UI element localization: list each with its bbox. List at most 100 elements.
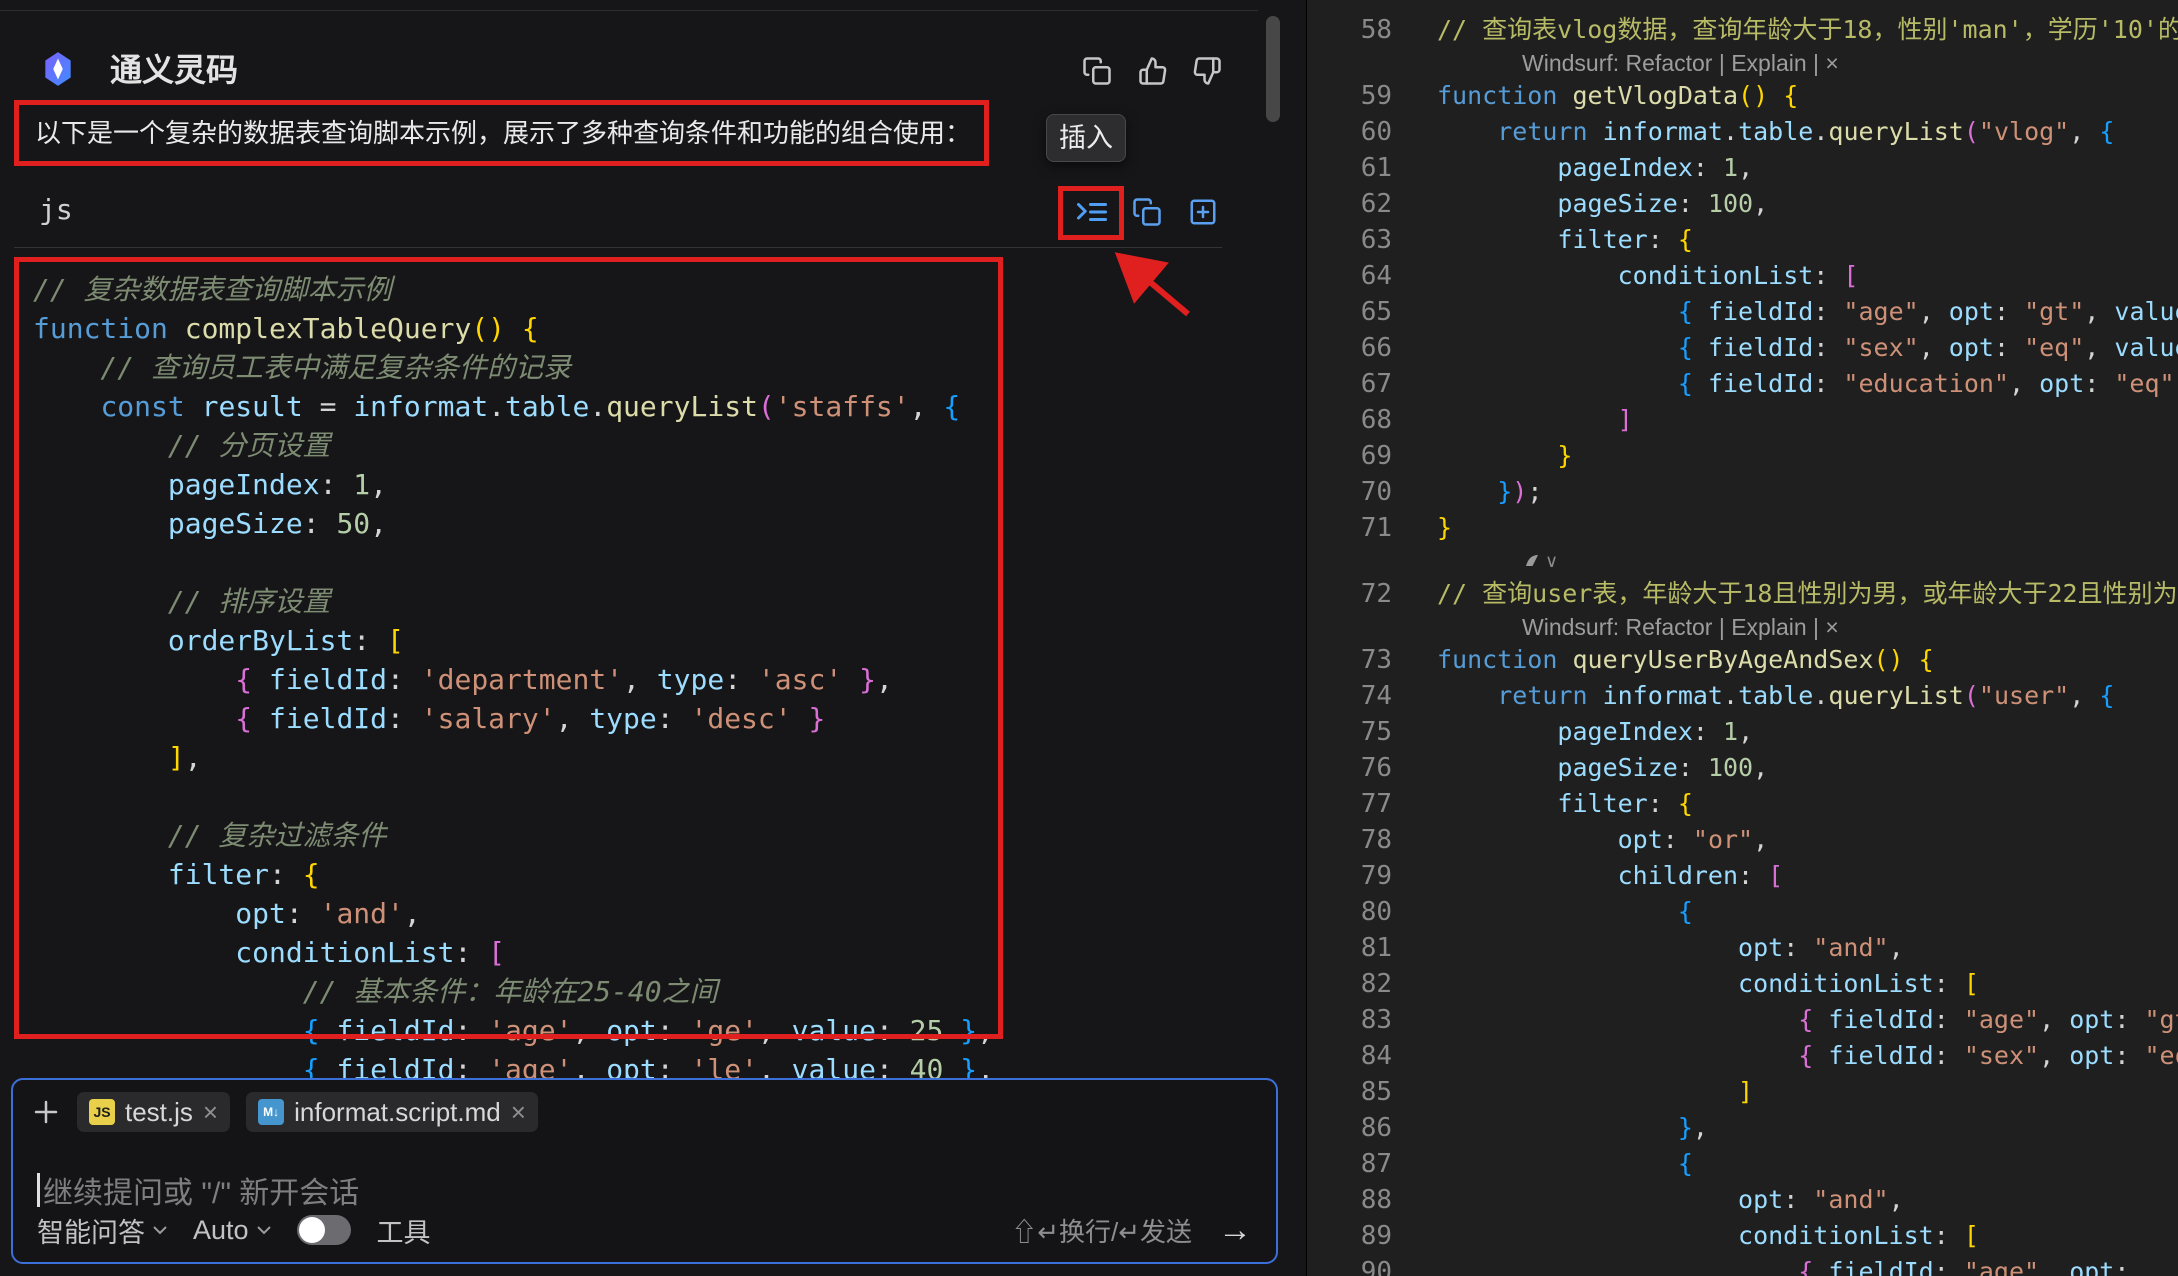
line-number[interactable]: 71 (1307, 510, 1392, 546)
editor-line[interactable]: 87 { (1307, 1146, 2178, 1182)
line-number[interactable]: 66 (1307, 330, 1392, 366)
line-number[interactable]: 89 (1307, 1218, 1392, 1254)
line-number[interactable]: 85 (1307, 1074, 1392, 1110)
line-number[interactable]: 60 (1307, 114, 1392, 150)
line-number[interactable]: 77 (1307, 786, 1392, 822)
thumbs-up-icon[interactable] (1138, 56, 1168, 86)
code-line: // 基本条件：年龄在25-40之间 (33, 972, 1278, 1011)
editor-line[interactable]: 63 filter: { (1307, 222, 2178, 258)
windsurf-codelens[interactable]: Windsurf: Refactor | Explain | × (1522, 612, 1839, 642)
code-editor[interactable]: 58// 查询表vlog数据，查询年龄大于18，性别'man'，学历'10'的记… (1306, 0, 2178, 1276)
editor-line[interactable]: 70 }); (1307, 474, 2178, 510)
windsurf-gutter-icon-row[interactable]: ∨ (1307, 546, 2178, 576)
editor-line[interactable]: 65 { fieldId: "age", opt: "gt", value: (1307, 294, 2178, 330)
codelens-row: Windsurf: Refactor | Explain | × (1307, 48, 2178, 78)
line-number[interactable]: 62 (1307, 186, 1392, 222)
close-icon[interactable]: × (203, 1097, 218, 1128)
editor-line[interactable]: 74 return informat.table.queryList("user… (1307, 678, 2178, 714)
editor-line[interactable]: 77 filter: { (1307, 786, 2178, 822)
line-number[interactable]: 73 (1307, 642, 1392, 678)
windsurf-codelens[interactable]: Windsurf: Refactor | Explain | × (1522, 48, 1839, 78)
new-file-code-icon[interactable] (1188, 197, 1218, 227)
add-context-icon[interactable] (31, 1097, 61, 1127)
editor-line[interactable]: 64 conditionList: [ (1307, 258, 2178, 294)
editor-line[interactable]: 82 conditionList: [ (1307, 966, 2178, 1002)
editor-line[interactable]: 61 pageIndex: 1, (1307, 150, 2178, 186)
line-number[interactable] (1307, 48, 1392, 78)
line-number[interactable]: 67 (1307, 366, 1392, 402)
line-number[interactable]: 64 (1307, 258, 1392, 294)
line-number[interactable]: 90 (1307, 1254, 1392, 1276)
line-number[interactable]: 65 (1307, 294, 1392, 330)
panel-top-divider (0, 10, 1258, 11)
line-number[interactable]: 87 (1307, 1146, 1392, 1182)
editor-line[interactable]: 58// 查询表vlog数据，查询年龄大于18，性别'man'，学历'10'的记 (1307, 12, 2178, 48)
line-number[interactable]: 72 (1307, 576, 1392, 612)
editor-line[interactable]: 75 pageIndex: 1, (1307, 714, 2178, 750)
line-number[interactable]: 76 (1307, 750, 1392, 786)
line-number[interactable]: 83 (1307, 1002, 1392, 1038)
line-number[interactable]: 68 (1307, 402, 1392, 438)
line-number[interactable]: 69 (1307, 438, 1392, 474)
editor-line[interactable]: 59function getVlogData() { (1307, 78, 2178, 114)
editor-line[interactable]: 68 ] (1307, 402, 2178, 438)
line-number[interactable]: 70 (1307, 474, 1392, 510)
line-number[interactable]: 86 (1307, 1110, 1392, 1146)
line-number[interactable]: 82 (1307, 966, 1392, 1002)
line-number[interactable]: 78 (1307, 822, 1392, 858)
context-chip-markdown[interactable]: M↓ informat.script.md × (246, 1092, 538, 1132)
line-number[interactable]: 63 (1307, 222, 1392, 258)
editor-line[interactable]: 60 return informat.table.queryList("vlog… (1307, 114, 2178, 150)
editor-line[interactable]: 89 conditionList: [ (1307, 1218, 2178, 1254)
code-line: orderByList: [ (33, 621, 1278, 660)
editor-line[interactable]: 76 pageSize: 100, (1307, 750, 2178, 786)
line-number[interactable]: 61 (1307, 150, 1392, 186)
editor-line[interactable]: 73function queryUserByAgeAndSex() { (1307, 642, 2178, 678)
copy-response-icon[interactable] (1082, 56, 1112, 86)
model-label: Auto (193, 1215, 249, 1246)
insert-tooltip: 插入 (1046, 114, 1126, 162)
line-number[interactable]: 84 (1307, 1038, 1392, 1074)
editor-line[interactable]: 90 { fieldId: "age", opt: (1307, 1254, 2178, 1276)
copy-code-icon[interactable] (1132, 197, 1162, 227)
editor-line[interactable]: 86 }, (1307, 1110, 2178, 1146)
editor-line[interactable]: 84 { fieldId: "sex", opt: "eq" (1307, 1038, 2178, 1074)
send-button[interactable]: → (1218, 1212, 1252, 1248)
line-number[interactable]: 59 (1307, 78, 1392, 114)
code-line: // 查询员工表中满足复杂条件的记录 (33, 348, 1278, 387)
mode-selector[interactable]: 智能问答 (37, 1211, 167, 1250)
editor-line[interactable]: 83 { fieldId: "age", opt: "gt" (1307, 1002, 2178, 1038)
editor-line[interactable]: 71} (1307, 510, 2178, 546)
code-line: { fieldId: 'department', type: 'asc' }, (33, 660, 1278, 699)
line-number[interactable]: 75 (1307, 714, 1392, 750)
editor-line[interactable]: 79 children: [ (1307, 858, 2178, 894)
scrollbar-thumb[interactable] (1266, 16, 1280, 122)
line-number[interactable]: 74 (1307, 678, 1392, 714)
model-selector[interactable]: Auto (193, 1215, 271, 1246)
line-number[interactable]: 58 (1307, 12, 1392, 48)
line-number[interactable]: 81 (1307, 930, 1392, 966)
context-chip-testjs[interactable]: JS test.js × (77, 1092, 230, 1132)
line-number[interactable] (1307, 546, 1392, 576)
editor-line[interactable]: 88 opt: "and", (1307, 1182, 2178, 1218)
close-icon[interactable]: × (511, 1097, 526, 1128)
thumbs-down-icon[interactable] (1192, 56, 1222, 86)
line-number[interactable]: 79 (1307, 858, 1392, 894)
editor-line[interactable]: 62 pageSize: 100, (1307, 186, 2178, 222)
tools-toggle[interactable] (297, 1215, 351, 1245)
insert-code-icon[interactable] (1074, 194, 1110, 230)
assistant-code-block[interactable]: // 复杂数据表查询脚本示例function complexTableQuery… (14, 262, 1278, 1089)
editor-line[interactable]: 69 } (1307, 438, 2178, 474)
editor-line[interactable]: 66 { fieldId: "sex", opt: "eq", value: (1307, 330, 2178, 366)
editor-line[interactable]: 85 ] (1307, 1074, 2178, 1110)
editor-line[interactable]: 72// 查询user表，年龄大于18且性别为男，或年龄大于22且性别为女 (1307, 576, 2178, 612)
line-number[interactable]: 88 (1307, 1182, 1392, 1218)
editor-line[interactable]: 80 { (1307, 894, 2178, 930)
line-number[interactable] (1307, 612, 1392, 642)
editor-line[interactable]: 78 opt: "or", (1307, 822, 2178, 858)
message-input[interactable]: 继续提问或 "/" 新开会话 (37, 1168, 359, 1212)
line-number[interactable]: 80 (1307, 894, 1392, 930)
editor-line[interactable]: 67 { fieldId: "education", opt: "eq", (1307, 366, 2178, 402)
windsurf-icon[interactable] (1522, 551, 1542, 571)
editor-line[interactable]: 81 opt: "and", (1307, 930, 2178, 966)
